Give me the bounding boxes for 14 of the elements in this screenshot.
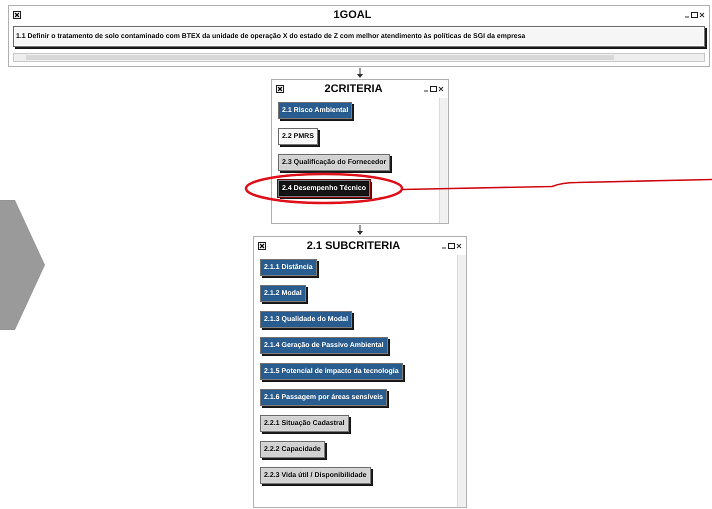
connector-arrow <box>356 68 364 78</box>
connector-arrow <box>356 225 364 235</box>
window-controls-icon[interactable] <box>441 242 462 250</box>
horizontal-scrollbar[interactable] <box>13 53 705 62</box>
panel-title: 2.1 SUBCRITERIA <box>306 240 400 252</box>
panel-title: 1GOAL <box>334 9 372 21</box>
window-controls-icon[interactable] <box>423 85 444 93</box>
close-icon[interactable] <box>276 85 284 93</box>
vertical-scrollbar[interactable] <box>457 255 466 507</box>
window-controls-icon[interactable] <box>684 11 705 19</box>
close-icon[interactable] <box>258 242 266 250</box>
panel-title: 2CRITERIA <box>324 83 383 95</box>
vertical-scrollbar[interactable] <box>439 98 448 223</box>
close-icon[interactable] <box>13 11 21 19</box>
